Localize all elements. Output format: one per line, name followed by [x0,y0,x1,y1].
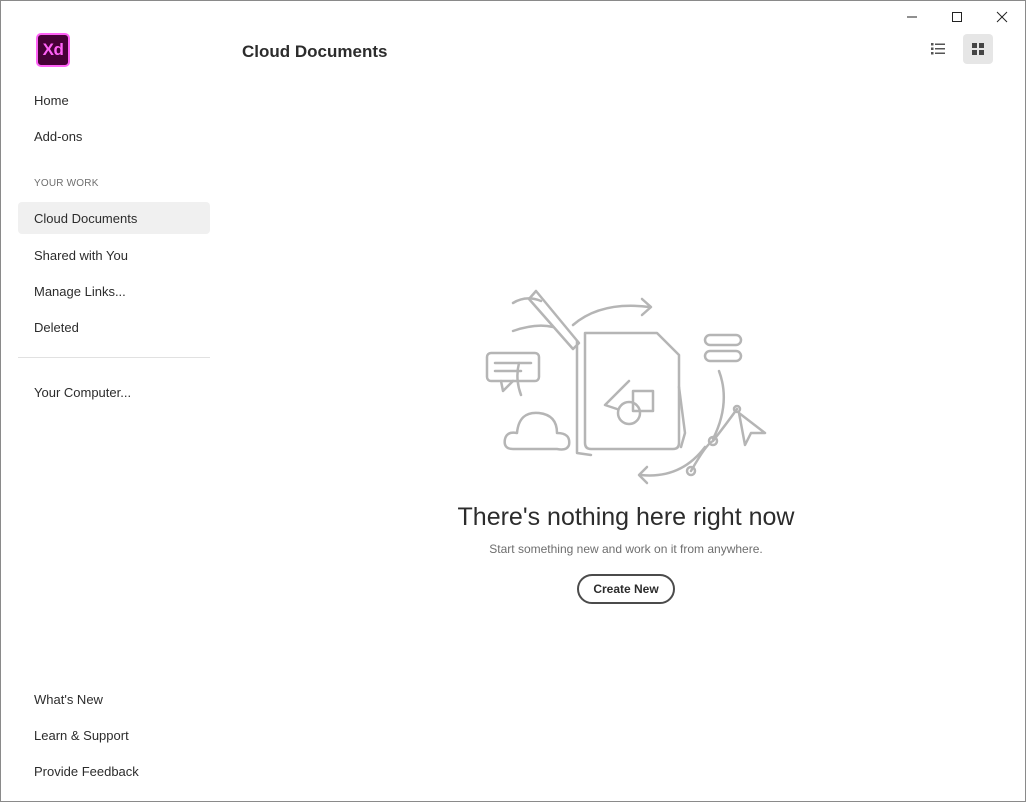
grid-view-icon [972,43,984,55]
close-icon [996,11,1008,23]
empty-state-illustration-icon [485,289,767,485]
sidebar-item-provide-feedback[interactable]: Provide Feedback [18,755,210,787]
sidebar-item-shared-with-you[interactable]: Shared with You [18,239,210,271]
grid-view-button[interactable] [963,34,993,64]
maximize-icon [952,12,962,22]
sidebar-divider [18,357,210,358]
maximize-button[interactable] [934,1,980,33]
sidebar-item-deleted[interactable]: Deleted [18,311,210,343]
empty-state-title: There's nothing here right now [457,503,795,531]
minimize-button[interactable] [889,1,935,33]
close-button[interactable] [979,1,1025,33]
sidebar-item-whats-new[interactable]: What's New [18,683,210,715]
sidebar-item-cloud-documents[interactable]: Cloud Documents [18,202,210,234]
minimize-icon [907,16,917,18]
list-view-icon [931,43,945,55]
sidebar-item-your-computer[interactable]: Your Computer... [18,376,210,408]
list-view-button[interactable] [923,34,953,64]
sidebar-item-manage-links[interactable]: Manage Links... [18,275,210,307]
sidebar-item-home[interactable]: Home [18,84,210,116]
empty-state-subtitle: Start something new and work on it from … [489,542,763,556]
app-window: Xd Home Add-ons YOUR WORK Cloud Document… [0,0,1026,802]
sidebar-item-add-ons[interactable]: Add-ons [18,120,210,152]
app-logo: Xd [36,33,70,67]
page-title: Cloud Documents [242,42,388,61]
create-new-button[interactable]: Create New [577,574,675,604]
section-label-your-work: YOUR WORK [34,178,99,189]
sidebar-item-learn-support[interactable]: Learn & Support [18,719,210,751]
